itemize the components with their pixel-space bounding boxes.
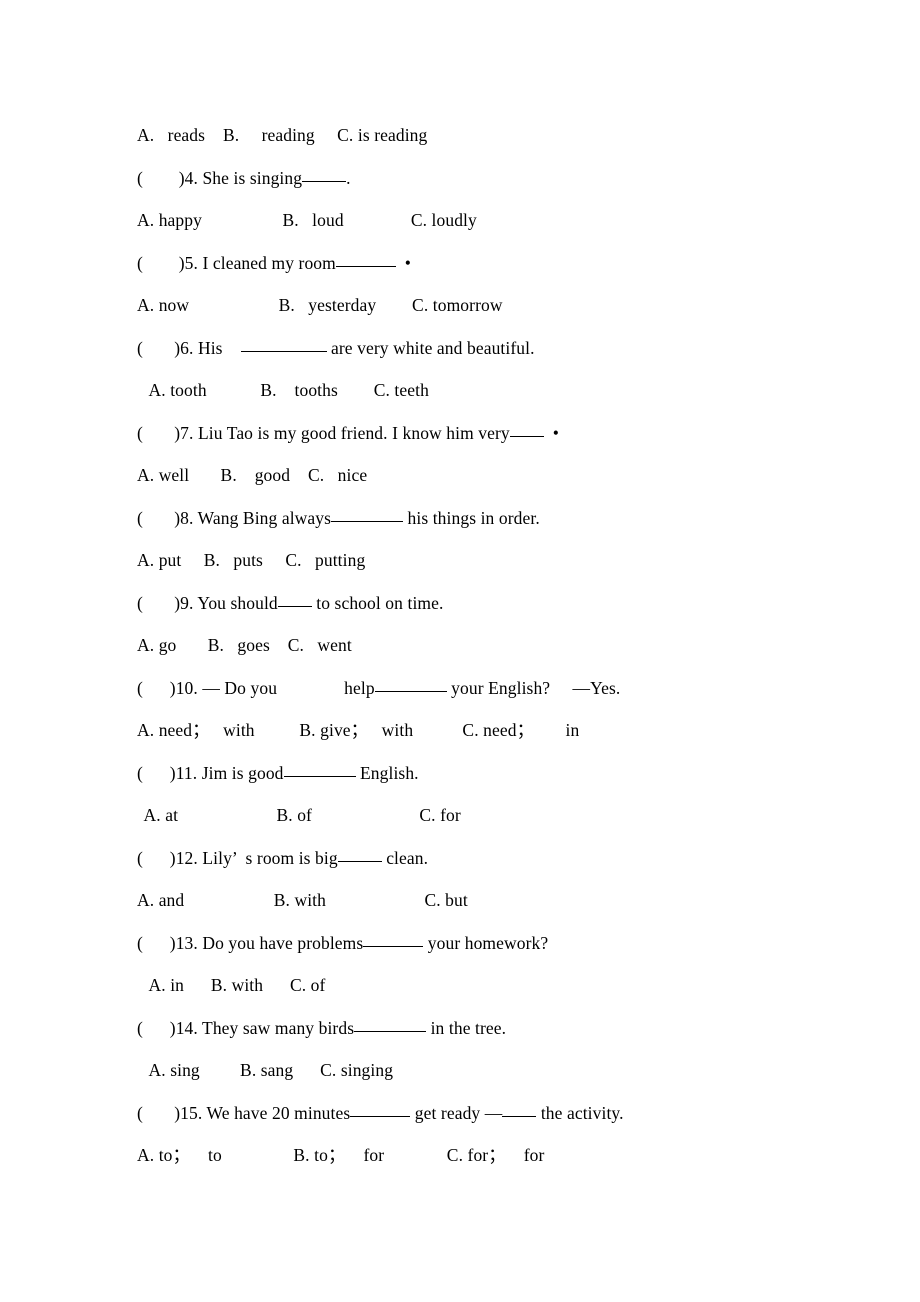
question-line: ( )11. Jim is good English. [137, 752, 837, 795]
fill-in-blank[interactable] [277, 605, 312, 607]
option-text: A. happy B. loud C. loudly [137, 210, 477, 230]
question-line: ( )9. You should to school on time. [137, 582, 837, 625]
fill-in-blank[interactable] [331, 520, 404, 522]
option-text: A. well B. good C. nice [137, 465, 368, 485]
question-stem-before-blank: — Do you help [202, 677, 375, 698]
fill-in-blank[interactable] [363, 945, 424, 947]
answer-bracket[interactable]: ( )13. [137, 933, 202, 953]
question-stem-after-blank: • [543, 422, 559, 443]
question-list: A. reads B. reading C. is reading ( )4. S… [137, 114, 837, 1177]
answer-bracket[interactable]: ( )8. [137, 508, 198, 528]
option-text: A. reads B. reading C. is reading [137, 125, 428, 145]
answer-bracket[interactable]: ( )9. [137, 593, 197, 613]
question-line: ( )4. She is singing. [137, 157, 837, 200]
answer-bracket[interactable]: ( )15. [137, 1103, 207, 1123]
question-stem-before-blank: Do you have problems [202, 932, 364, 953]
option-line: A. reads B. reading C. is reading [137, 114, 837, 157]
answer-bracket[interactable]: ( )10. [137, 678, 202, 698]
question-line: ( )14. They saw many birds in the tree. [137, 1007, 837, 1050]
question-stem-after-blank: your homework? [423, 932, 549, 953]
option-text: A. now B. yesterday C. tomorrow [137, 295, 503, 315]
question-stem-after-blank: in the tree. [426, 1017, 507, 1038]
option-line: A. happy B. loud C. loudly [137, 199, 837, 242]
question-stem-tail: the activity. [536, 1102, 624, 1123]
answer-bracket[interactable]: ( )4. [137, 168, 202, 188]
option-text: A. go B. goes C. went [137, 635, 352, 655]
option-text: A. at B. of C. for [140, 805, 461, 825]
question-stem-before-blank: Jim is good [201, 762, 284, 783]
option-text: A. in B. with C. of [145, 975, 326, 995]
option-text: A. and B. with C. but [137, 890, 468, 910]
question-line: ( )7. Liu Tao is my good friend. I know … [137, 412, 837, 455]
answer-bracket[interactable]: ( )6. [137, 338, 198, 358]
fill-in-blank[interactable] [283, 775, 356, 777]
question-stem-after-blank: • [395, 252, 412, 273]
question-stem-before-blank: I cleaned my room [202, 252, 336, 273]
fill-in-blank[interactable] [240, 350, 327, 352]
answer-bracket[interactable]: ( )12. [137, 848, 202, 868]
option-line: A. in B. with C. of [137, 964, 837, 1007]
fill-in-blank-secondary[interactable] [502, 1115, 537, 1117]
question-stem-before-blank: You should [197, 592, 278, 613]
answer-bracket[interactable]: ( )14. [137, 1018, 202, 1038]
question-line: ( )13. Do you have problems your homewor… [137, 922, 837, 965]
option-line: A. tooth B. tooths C. teeth [137, 369, 837, 412]
question-stem-after-blank: . [346, 167, 351, 188]
option-line: A. put B. puts C. putting [137, 539, 837, 582]
option-line: A. and B. with C. but [137, 879, 837, 922]
question-stem-after-blank: are very white and beautiful. [326, 337, 535, 358]
question-line: ( )15. We have 20 minutes get ready — th… [137, 1092, 837, 1135]
question-stem-after-blank: get ready — [410, 1102, 503, 1123]
question-stem-after-blank: to school on time. [311, 592, 444, 613]
answer-bracket[interactable]: ( )5. [137, 253, 202, 273]
fill-in-blank[interactable] [354, 1030, 427, 1032]
option-line: A. at B. of C. for [137, 794, 837, 837]
question-stem-after-blank: clean. [381, 847, 429, 868]
question-line: ( )12. Lily’ s room is big clean. [137, 837, 837, 880]
fill-in-blank[interactable] [302, 180, 347, 182]
question-line: ( )8. Wang Bing always his things in ord… [137, 497, 837, 540]
question-stem-before-blank: Lily’ s room is big [202, 847, 338, 868]
question-line: ( )6. His are very white and beautiful. [137, 327, 837, 370]
fill-in-blank[interactable] [509, 435, 544, 437]
option-line: A. well B. good C. nice [137, 454, 837, 497]
question-line: ( )5. I cleaned my room • [137, 242, 837, 285]
answer-bracket[interactable]: ( )7. [137, 423, 198, 443]
worksheet-page: A. reads B. reading C. is reading ( )4. S… [0, 0, 920, 1302]
option-text: A. put B. puts C. putting [137, 550, 366, 570]
fill-in-blank[interactable] [335, 265, 396, 267]
option-line: A. need； with B. give； with C. need； in [137, 709, 837, 752]
question-stem-before-blank: She is singing [202, 167, 303, 188]
question-stem-before-blank: His [197, 337, 241, 358]
option-line: A. now B. yesterday C. tomorrow [137, 284, 837, 327]
question-stem-before-blank: Liu Tao is my good friend. I know him ve… [197, 422, 510, 443]
option-text: A. tooth B. tooths C. teeth [145, 380, 429, 400]
option-line: A. to； to B. to； for C. for； for [137, 1134, 837, 1177]
question-stem-before-blank: We have 20 minutes [206, 1102, 351, 1123]
option-text: A. need； with B. give； with C. need； in [137, 720, 580, 740]
option-text: A. to； to B. to； for C. for； for [137, 1145, 545, 1165]
question-line: ( )10. — Do you help your English? —Yes. [137, 667, 837, 710]
question-stem-after-blank: your English? —Yes. [446, 677, 621, 698]
question-stem-after-blank: his things in order. [403, 507, 540, 528]
question-stem-before-blank: They saw many birds [202, 1017, 355, 1038]
option-line: A. sing B. sang C. singing [137, 1049, 837, 1092]
question-stem-before-blank: Wang Bing always [197, 507, 332, 528]
option-line: A. go B. goes C. went [137, 624, 837, 667]
question-stem-after-blank: English. [355, 762, 419, 783]
fill-in-blank[interactable] [337, 860, 382, 862]
fill-in-blank[interactable] [374, 690, 447, 692]
answer-bracket[interactable]: ( )11. [137, 763, 202, 783]
fill-in-blank[interactable] [350, 1115, 411, 1117]
option-text: A. sing B. sang C. singing [145, 1060, 394, 1080]
